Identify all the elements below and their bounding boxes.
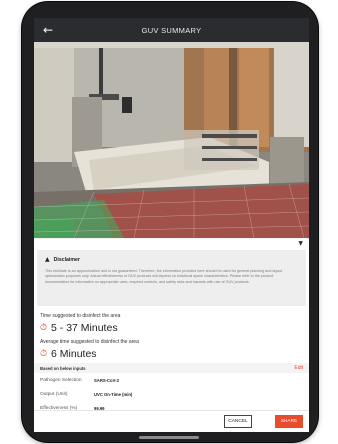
input-key: Output (Unit) <box>40 391 68 397</box>
edit-link[interactable]: Edit <box>294 365 303 371</box>
disclaimer-title: Disclaimer <box>53 256 80 263</box>
share-button[interactable]: SHARE <box>275 415 303 428</box>
chevron-down-icon[interactable]: ▼ <box>298 240 303 247</box>
input-value: UVC On-Time (min) <box>94 391 133 397</box>
average-time-label: Average time suggested to disinfect the … <box>40 339 139 345</box>
screen: ← GUV SUMMARY ▼ ▲ Disclaimer This estima… <box>34 18 309 432</box>
average-time-value: 6 Minutes <box>51 348 97 360</box>
input-row-pathogen: Pathogen Selection SARS-CoV-2 <box>34 373 309 387</box>
input-key: Pathogen Selection <box>40 377 82 383</box>
room-photo <box>34 42 309 238</box>
room-scene-illustration <box>34 42 309 238</box>
action-footer: CANCEL SHARE <box>34 410 309 432</box>
app-bar: ← GUV SUMMARY <box>34 18 309 42</box>
timer-icon: ⏱ <box>40 349 48 359</box>
summary-card: ▼ ▲ Disclaimer This estimate is an appro… <box>34 239 309 432</box>
input-row-output: Output (Unit) UVC On-Time (min) <box>34 387 309 401</box>
warning-icon: ▲ <box>45 256 50 263</box>
time-suggested-value: 5 - 37 Minutes <box>51 322 118 334</box>
home-indicator <box>139 436 199 439</box>
inputs-header-label: Based on below inputs <box>40 365 86 371</box>
cancel-button[interactable]: CANCEL <box>224 415 252 428</box>
page-title: GUV SUMMARY <box>141 25 202 35</box>
collapse-row[interactable]: ▼ <box>34 239 309 250</box>
time-suggested-label: Time suggested to disinfect the area <box>40 313 121 319</box>
timer-icon: ⏱ <box>40 323 48 333</box>
inputs-header: Based on below inputs Edit <box>34 363 309 373</box>
input-value: SARS-CoV-2 <box>94 377 119 383</box>
disclaimer-box: ▲ Disclaimer This estimate is an approxi… <box>37 250 306 306</box>
disclaimer-text: This estimate is an approximation and is… <box>45 269 283 284</box>
back-arrow-icon[interactable]: ← <box>40 22 56 38</box>
